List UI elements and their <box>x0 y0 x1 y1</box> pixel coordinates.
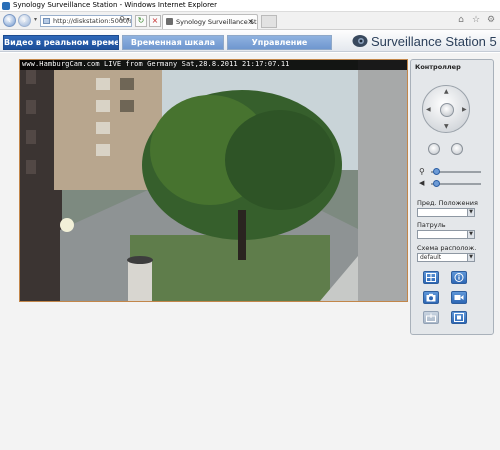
ptz-home-button[interactable] <box>440 103 454 117</box>
preset-label: Пред. Положения <box>417 199 478 207</box>
info-icon <box>454 273 464 282</box>
tab-management-label: Управление <box>251 38 308 47</box>
layout-grid-button[interactable] <box>423 271 439 284</box>
zoom-out-button[interactable] <box>428 143 440 155</box>
tab-live-view-label: Видео в реальном времени <box>4 38 119 47</box>
live-video-view[interactable]: www.HamburgCam.com LIVE from Germany Sat… <box>19 59 408 302</box>
patrol-dropdown-icon[interactable]: ▼ <box>467 231 474 238</box>
volume-slider[interactable]: ◀ <box>419 179 483 189</box>
forward-icon[interactable]: › <box>18 14 31 27</box>
ptz-left-icon[interactable]: ◀ <box>426 107 431 113</box>
zoom-slider-knob[interactable] <box>433 168 441 175</box>
zoom-in-button[interactable] <box>451 143 463 155</box>
refresh-icon[interactable]: ↻ <box>135 15 147 27</box>
favorites-icon[interactable]: ☆ <box>471 15 481 25</box>
patrol-label: Патруль <box>417 221 446 229</box>
camera-logo-icon <box>352 35 368 47</box>
fullscreen-button[interactable] <box>451 311 467 324</box>
patrol-select[interactable]: ▼ <box>417 230 475 239</box>
ptz-right-icon[interactable]: ▶ <box>462 107 467 113</box>
zoom-slider[interactable]: ⚲ <box>419 167 483 177</box>
fullscreen-icon <box>454 313 464 322</box>
tab-timeline[interactable]: Временная шкала <box>122 35 224 50</box>
browser-right-icons: ⌂ ☆ ⚙ <box>451 15 496 25</box>
back-icon[interactable]: ‹ <box>3 14 16 27</box>
tab-timeline-label: Временная шкала <box>130 38 216 47</box>
ptz-up-icon[interactable]: ▲ <box>444 89 449 95</box>
export-icon <box>426 313 436 322</box>
video-camera-icon <box>454 295 464 300</box>
record-button[interactable] <box>451 291 467 304</box>
layout-value: default <box>420 254 442 261</box>
window-titlebar: Synology Surveillance Station - Windows … <box>0 0 500 12</box>
ptz-down-icon[interactable]: ▼ <box>444 124 449 130</box>
magnifier-icon: ⚲ <box>419 167 425 176</box>
tab-surveillance-station[interactable]: Synology Surveillance Station × <box>162 14 258 29</box>
brand-name: Surveillance Station 5 <box>371 34 497 49</box>
tab-title: Synology Surveillance Station <box>176 18 257 26</box>
video-overlay-text: www.HamburgCam.com LIVE from Germany Sat… <box>22 60 290 68</box>
camera-icon <box>426 293 436 302</box>
layout-dropdown-icon[interactable]: ▼ <box>467 254 474 261</box>
volume-slider-knob[interactable] <box>433 180 441 187</box>
gear-icon[interactable]: ⚙ <box>486 15 496 25</box>
tab-management[interactable]: Управление <box>227 35 332 50</box>
close-tab-icon[interactable]: × <box>247 15 254 29</box>
layout-label: Схема располож. <box>417 244 477 252</box>
window-title: Synology Surveillance Station - Windows … <box>13 1 217 9</box>
grid-icon <box>426 273 436 282</box>
browser-toolbar: ‹ › ▾ http://diskstation:5000/su ⚲ ▾ ↻ ×… <box>0 12 500 30</box>
ie-icon <box>2 2 10 10</box>
page-icon <box>43 18 50 24</box>
tab-live-view[interactable]: Видео в реальном времени <box>3 35 119 50</box>
preset-dropdown-icon[interactable]: ▼ <box>467 209 474 216</box>
snapshot-button[interactable] <box>423 291 439 304</box>
new-tab-button[interactable] <box>261 15 277 28</box>
export-button[interactable] <box>423 311 439 324</box>
home-icon[interactable]: ⌂ <box>456 15 466 25</box>
address-dropdown-icon[interactable]: ▾ <box>124 15 132 27</box>
dropdown-arrow-icon[interactable]: ▾ <box>32 15 39 27</box>
tab-favicon <box>166 18 173 25</box>
info-button[interactable] <box>451 271 467 284</box>
controller-panel: Контроллер ▲ ▼ ◀ ▶ ⚲ ◀ Пред. Положения ▼… <box>410 59 494 335</box>
ptz-joystick[interactable]: ▲ ▼ ◀ ▶ <box>422 85 470 133</box>
layout-select[interactable]: default ▼ <box>417 253 475 262</box>
speaker-icon: ◀ <box>419 179 425 187</box>
preset-select[interactable]: ▼ <box>417 208 475 217</box>
app-header: Видео в реальном времени Временная шкала… <box>0 30 500 52</box>
camera-image <box>20 60 407 301</box>
main-area: www.HamburgCam.com LIVE from Germany Sat… <box>0 53 500 450</box>
stop-icon[interactable]: × <box>149 15 161 27</box>
controller-title: Контроллер <box>415 63 461 71</box>
brand: Surveillance Station 5 <box>352 33 497 51</box>
